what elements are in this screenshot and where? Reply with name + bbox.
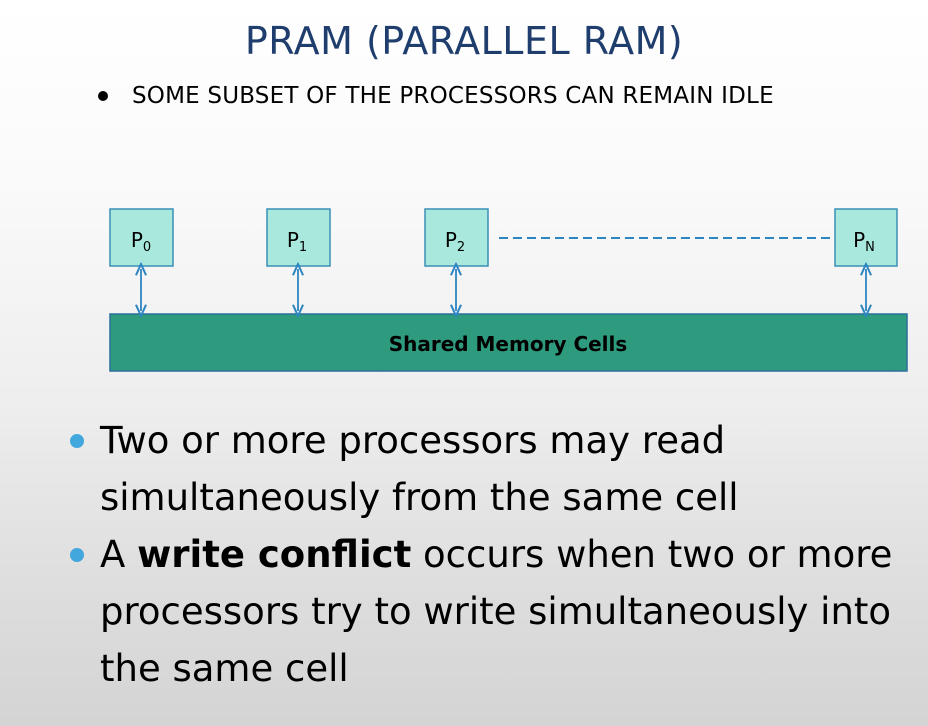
processor-subscript: 0 (143, 240, 151, 255)
processor-subscript: N (865, 240, 875, 255)
processor-label: P (853, 228, 865, 252)
processor-p1: P1 (266, 208, 331, 311)
processor-label: P (445, 228, 457, 252)
processor-p0: P0 (109, 208, 174, 311)
processor-label: P (131, 228, 143, 252)
processor-subscript: 1 (299, 240, 307, 255)
processor-box (834, 208, 898, 267)
processor-label: P (287, 228, 299, 252)
bullet-text: Two or more processors may read simultan… (100, 419, 739, 519)
bullet-text-prefix: A (100, 533, 138, 576)
bullet-dot (70, 548, 84, 562)
bullet-bold-term: write conflict (137, 533, 412, 576)
processor-pn: PN (834, 208, 898, 311)
bullet-list: Two or more processors may read simultan… (70, 412, 920, 697)
bullet-dot (70, 434, 84, 448)
processor-subscript: 2 (457, 240, 465, 255)
shared-memory-label: Shared Memory Cells (389, 332, 628, 356)
processor-p2: P2 (424, 208, 489, 311)
bullet-read-simultaneous: Two or more processors may read simultan… (70, 412, 920, 526)
bullet-write-conflict: A write conflict occurs when two or more… (70, 526, 920, 697)
